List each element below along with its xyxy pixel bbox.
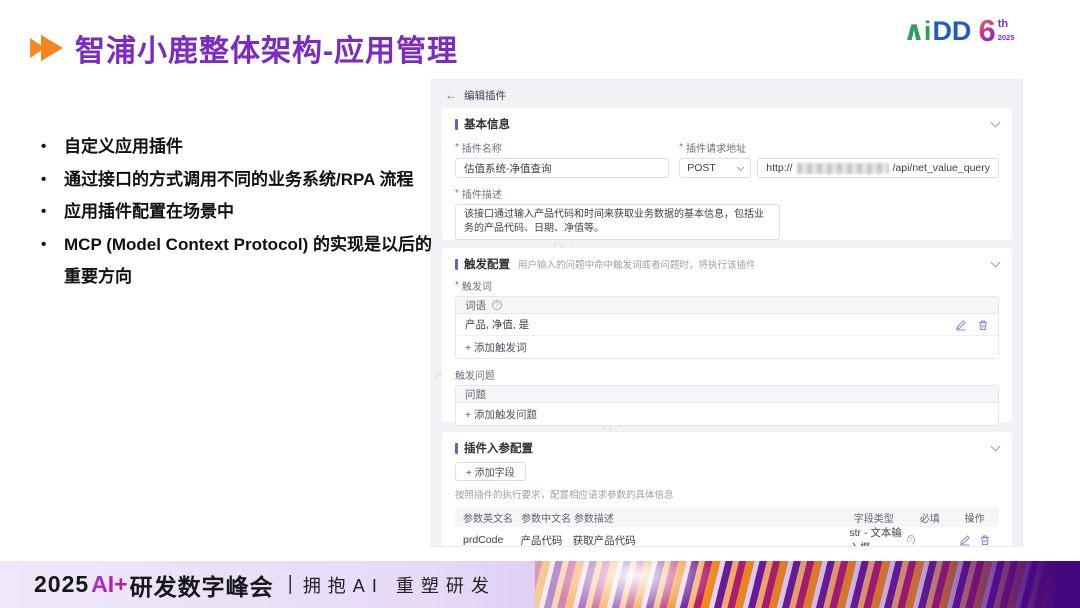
footer-summit-name: 研发数字峰会 <box>130 568 274 602</box>
col-header-required: 必填 <box>920 510 965 525</box>
plugin-desc-label: 插件描述 <box>462 186 502 201</box>
edit-icon[interactable] <box>955 319 967 331</box>
col-header-en-name: 参数英文名 <box>463 510 521 525</box>
chevron-down-icon[interactable] <box>991 441 1001 451</box>
params-hint: 按照插件的执行要求，配置相应请求参数的具体信息 <box>455 487 999 501</box>
section-title-trigger: 触发配置 <box>464 256 510 272</box>
add-trigger-question-button[interactable]: + 添加触发问题 <box>456 403 998 425</box>
logo-dd-mark: DD <box>932 16 971 47</box>
page-title: 智浦小鹿整体架构-应用管理 <box>75 26 458 70</box>
add-field-button[interactable]: + 添加字段 <box>455 462 526 481</box>
footer-artwork <box>535 561 1080 608</box>
word-column-header: 词语 <box>465 298 486 313</box>
request-url-label: 插件请求地址 <box>686 140 746 155</box>
section-title-params: 插件入参配置 <box>464 440 533 456</box>
param-row: prdCode 产品代码 获取产品代码 str - 文本输入框 ? <box>455 527 999 546</box>
col-header-type: 字段类型 <box>854 510 920 525</box>
basic-info-card: 基本信息 * 插件名称 估值系统-净值查询 * 插件请求地址 <box>442 108 1012 240</box>
request-url-input[interactable]: http:// /api/net_value_query <box>757 158 999 178</box>
param-en-name: prdCode <box>463 534 520 546</box>
param-type: str - 文本输入框 <box>849 525 902 546</box>
trigger-question-table: 问题 + 添加触发问题 <box>455 385 999 426</box>
redacted-host-segment <box>797 163 889 174</box>
col-header-desc: 参数描述 <box>574 510 854 525</box>
add-trigger-word-button[interactable]: + 添加触发词 <box>456 336 998 358</box>
footer-divider: | <box>288 573 293 596</box>
bullet-item: 自定义应用插件 <box>34 131 432 164</box>
param-cn-name: 产品代码 <box>520 533 572 547</box>
logo-edition-number: 6 <box>978 16 995 46</box>
http-method-select[interactable]: POST <box>679 158 751 178</box>
trigger-word-row: 产品, 净值, 是 <box>456 314 998 336</box>
trigger-question-label: 触发问题 <box>455 367 495 382</box>
plugin-editor-screenshot: 2025-05-16 17:39:02 2025-05-16 17:39:02 … <box>432 80 1022 546</box>
delete-icon[interactable] <box>979 534 991 546</box>
col-header-cn-name: 参数中文名 <box>521 510 574 525</box>
slide-header: 智浦小鹿整体架构-应用管理 <box>30 26 458 70</box>
edit-icon[interactable] <box>959 534 971 546</box>
delete-icon[interactable] <box>977 319 989 331</box>
plugin-name-input[interactable]: 估值系统-净值查询 <box>455 158 669 178</box>
double-arrow-icon <box>30 35 63 61</box>
trigger-section-hint: 用户输入的问题中命中触发词或者问题时，将执行该插件 <box>518 257 756 271</box>
chevron-down-icon <box>737 163 744 170</box>
plugin-desc-textarea[interactable]: 该接口通过输入产品代码和时间来获取业务数据的基本信息，包括业务的产品代码、日期、… <box>455 204 780 240</box>
required-mark: * <box>455 188 459 199</box>
logo-edition-year: 2025 <box>998 33 1015 43</box>
back-arrow-icon[interactable]: ← <box>445 88 457 102</box>
section-title-basic-info: 基本信息 <box>464 116 510 132</box>
required-mark: * <box>455 142 459 153</box>
editor-title: 编辑插件 <box>464 88 506 103</box>
trigger-config-card: 触发配置 用户输入的问题中命中触发词或者问题时，将执行该插件 * 触发词 词语 … <box>442 248 1012 422</box>
section-bar <box>455 119 458 130</box>
param-desc: 获取产品代码 <box>573 533 850 547</box>
trigger-word-table: 词语 ? 产品, 净值, 是 + 添加触发词 <box>455 296 999 359</box>
footer-year: 2025 <box>34 571 89 598</box>
required-mark: * <box>679 142 683 153</box>
aidd-logo: ∧i DD 6 th 2025 <box>903 16 1014 47</box>
footer-ai-plus: AI+ <box>91 571 127 598</box>
footer-slogan: 拥抱AI 重塑研发 <box>303 572 496 598</box>
bullet-item: 应用插件配置在场景中 <box>34 196 432 229</box>
chevron-down-icon[interactable] <box>991 257 1001 267</box>
footer-banner: 2025 AI+ 研发数字峰会 | 拥抱AI 重塑研发 <box>0 561 1080 608</box>
chevron-down-icon[interactable] <box>991 117 1001 127</box>
params-table: 参数英文名 参数中文名 参数描述 字段类型 必填 操作 prdCode 产品代码… <box>455 507 999 546</box>
help-icon[interactable]: ? <box>492 300 502 310</box>
logo-edition-suffix: th <box>998 19 1015 29</box>
bullet-list: 自定义应用插件 通过接口的方式调用不同的业务系统/RPA 流程 应用插件配置在场… <box>34 131 432 294</box>
col-header-actions: 操作 <box>965 510 991 525</box>
logo-ai-mark: ∧i <box>903 16 930 47</box>
required-mark: * <box>455 280 459 291</box>
section-bar <box>455 259 458 270</box>
trigger-word-label: 触发词 <box>462 278 492 293</box>
footer-text: 2025 AI+ 研发数字峰会 | 拥抱AI 重塑研发 <box>34 561 496 608</box>
presentation-slide: 智浦小鹿整体架构-应用管理 ∧i DD 6 th 2025 自定义应用插件 通过… <box>0 0 1080 608</box>
bullet-item: MCP (Model Context Protocol) 的实现是以后的重要方向 <box>34 229 432 294</box>
section-bar <box>455 443 458 454</box>
plugin-name-label: 插件名称 <box>462 140 502 155</box>
question-column-header: 问题 <box>465 387 486 402</box>
bullet-item: 通过接口的方式调用不同的业务系统/RPA 流程 <box>34 164 432 197</box>
editor-breadcrumb[interactable]: ← 编辑插件 <box>445 86 1012 104</box>
plugin-params-card: 插件入参配置 + 添加字段 按照插件的执行要求，配置相应请求参数的具体信息 参数… <box>442 432 1012 546</box>
